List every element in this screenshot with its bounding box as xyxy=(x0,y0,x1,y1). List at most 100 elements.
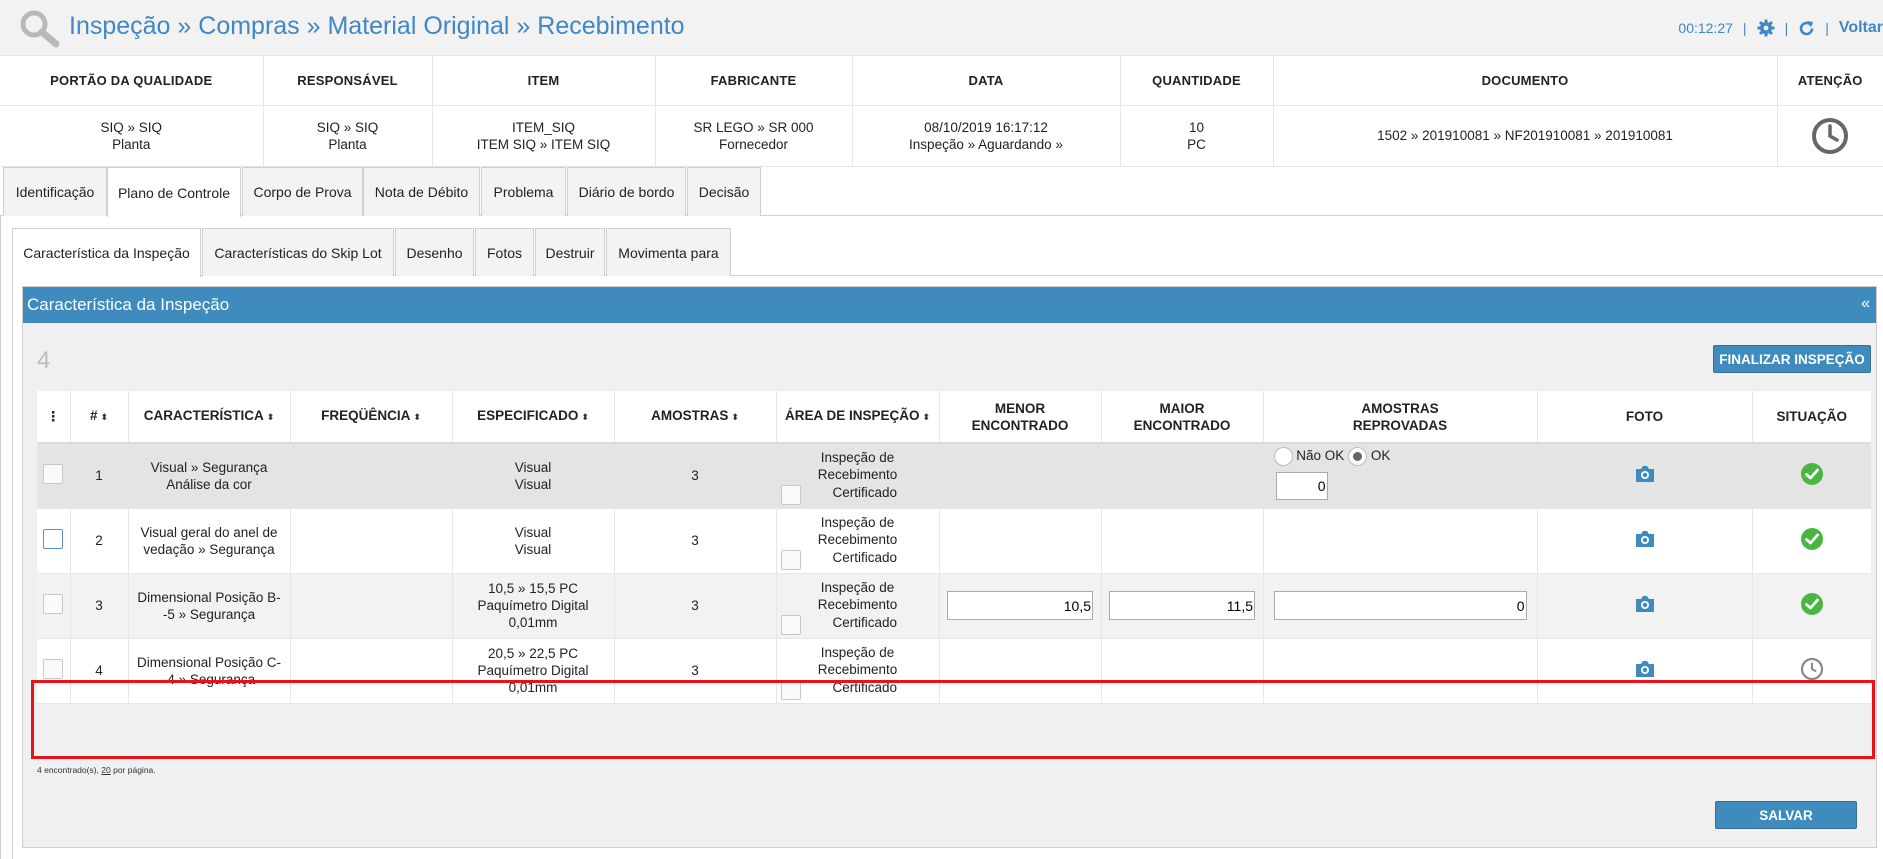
row-frequencia xyxy=(290,508,453,574)
row-reprovadas xyxy=(1263,508,1538,574)
quantidade-value: 10 PC xyxy=(1120,105,1274,167)
col-quantidade: QUANTIDADE xyxy=(1120,56,1274,106)
finalize-inspection-button[interactable]: FINALIZAR INSPEÇÃO xyxy=(1713,345,1871,373)
reprovadas-input[interactable] xyxy=(1275,472,1328,501)
separator: | xyxy=(1784,20,1789,36)
row-num: 2 xyxy=(70,508,129,574)
subtab-destruir[interactable]: Destruir xyxy=(535,228,605,276)
camera-icon[interactable] xyxy=(1634,465,1656,483)
separator: | xyxy=(1825,20,1829,36)
row-caracteristica: Visual » Segurança Análise da cor xyxy=(128,443,291,509)
gear-icon[interactable] xyxy=(1757,19,1775,37)
row-menor xyxy=(939,508,1102,574)
ok-radio[interactable] xyxy=(1348,447,1368,467)
row-caracteristica: Dimensional Posição C- -4 » Segurança xyxy=(128,638,291,704)
row-foto xyxy=(1537,443,1753,509)
row-maior xyxy=(1101,573,1264,639)
sort-icon: ⬍ xyxy=(731,412,739,422)
certificado-checkbox[interactable] xyxy=(780,549,801,570)
check-circle-icon xyxy=(1800,462,1823,485)
nao-ok-radio[interactable] xyxy=(1273,447,1293,467)
inspection-info-table: PORTÃO DA QUALIDADE RESPONSÁVEL ITEM FAB… xyxy=(0,56,1883,167)
certificado-checkbox[interactable] xyxy=(780,614,801,635)
row-checkbox[interactable] xyxy=(43,528,64,549)
nao-ok-label: Não OK xyxy=(1296,448,1345,464)
ok-label: OK xyxy=(1370,448,1391,464)
row-area: Inspeção de Recebimento Certificado xyxy=(776,638,940,704)
header-num[interactable]: # ⬍ xyxy=(70,391,129,444)
subtab-skip-lot[interactable]: Características do Skip Lot xyxy=(202,228,394,276)
data-value: 08/10/2019 16:17:12 Inspeção » Aguardando… xyxy=(852,105,1121,167)
tab-plano-de-controle[interactable]: Plano de Controle xyxy=(107,167,241,217)
tab-identificacao[interactable]: Identificação xyxy=(3,167,107,216)
row-num: 3 xyxy=(70,573,129,639)
camera-icon[interactable] xyxy=(1634,595,1656,613)
inspection-characteristics-panel: Característica da Inspeção « 4 FINALIZAR… xyxy=(22,286,1877,848)
row-situacao xyxy=(1752,638,1871,704)
row-especificado: Visual Visual xyxy=(452,443,615,509)
sort-icon: ⬍ xyxy=(100,412,109,422)
characteristics-table: ⋮ # ⬍ CARACTERÍSTICA ⬍ FREQÜÊNCIA ⬍ ESPECIF… xyxy=(37,391,1871,704)
reprovadas-input[interactable] xyxy=(1273,591,1527,620)
page-title: Inspeção » Compras » Material Original »… xyxy=(69,12,685,40)
record-count: 4 xyxy=(37,347,51,374)
portao-value: SIQ » SIQ Planta xyxy=(0,105,264,167)
main-tabs: Identificação Plano de Controle Corpo de… xyxy=(0,167,1883,217)
maior-encontrado-input[interactable] xyxy=(1109,591,1255,620)
refresh-icon[interactable] xyxy=(1798,20,1815,37)
row-amostras: 3 xyxy=(614,508,777,574)
subtab-movimenta-para[interactable]: Movimenta para xyxy=(606,228,731,276)
header-frequencia[interactable]: FREQÜÊNCIA ⬍ xyxy=(290,391,453,444)
back-link[interactable]: Voltar xyxy=(1839,19,1883,37)
atencao-value xyxy=(1777,105,1883,167)
subtab-caracteristica-da-inspecao[interactable]: Característica da Inspeção xyxy=(12,228,201,277)
row-foto xyxy=(1537,638,1753,704)
column-menu-icon[interactable]: ⋮ xyxy=(37,391,71,444)
row-situacao xyxy=(1752,508,1871,574)
tab-corpo-de-prova[interactable]: Corpo de Prova xyxy=(242,167,363,216)
header-reprovadas: AMOSTRAS REPROVADAS xyxy=(1263,391,1538,444)
tab-diario-de-bordo[interactable]: Diário de bordo xyxy=(567,167,686,216)
subtab-desenho[interactable]: Desenho xyxy=(395,228,474,276)
col-fabricante: FABRICANTE xyxy=(655,56,853,106)
clock-icon xyxy=(1800,657,1823,680)
row-area: Inspeção de Recebimento Certificado xyxy=(776,508,940,574)
certificado-checkbox[interactable] xyxy=(780,484,801,505)
camera-icon[interactable] xyxy=(1634,660,1656,678)
row-checkbox[interactable] xyxy=(43,593,64,614)
header-area[interactable]: ÁREA DE INSPEÇÃO ⬍ xyxy=(776,391,940,444)
certificado-label: Certificado xyxy=(832,484,898,500)
row-amostras: 3 xyxy=(614,443,777,509)
row-checkbox[interactable] xyxy=(43,658,64,679)
certificado-checkbox[interactable] xyxy=(780,679,801,700)
check-circle-icon xyxy=(1800,592,1823,615)
sort-icon: ⬍ xyxy=(266,412,275,422)
row-especificado: Visual Visual xyxy=(452,508,615,574)
item-value: ITEM_SIQ ITEM SIQ » ITEM SIQ xyxy=(432,105,656,167)
row-area: Inspeção de Recebimento Certificado xyxy=(776,573,940,639)
documento-value: 1502 » 201910081 » NF201910081 » 2019100… xyxy=(1273,105,1778,167)
session-timer: 00:12:27 xyxy=(1678,20,1733,36)
row-checkbox[interactable] xyxy=(43,463,64,484)
row-maior xyxy=(1101,638,1264,704)
header-amostras[interactable]: AMOSTRAS ⬍ xyxy=(614,391,777,444)
row-menor xyxy=(939,443,1102,509)
camera-icon[interactable] xyxy=(1634,530,1656,548)
col-documento: DOCUMENTO xyxy=(1273,56,1778,106)
header-especificado[interactable]: ESPECIFICADO ⬍ xyxy=(452,391,615,444)
tab-nota-de-debito[interactable]: Nota de Débito xyxy=(363,167,480,216)
row-num: 1 xyxy=(70,443,129,509)
row-frequencia xyxy=(290,638,453,704)
page-size-link[interactable]: 20 xyxy=(101,765,110,775)
subtab-fotos[interactable]: Fotos xyxy=(475,228,534,276)
collapse-icon[interactable]: « xyxy=(1861,295,1870,313)
sort-icon: ⬍ xyxy=(581,412,589,422)
save-button[interactable]: SALVAR xyxy=(1715,801,1857,829)
row-foto xyxy=(1537,573,1753,639)
tab-decisao[interactable]: Decisão xyxy=(687,167,761,216)
tab-problema[interactable]: Problema xyxy=(481,167,566,216)
row-maior xyxy=(1101,443,1264,509)
menor-encontrado-input[interactable] xyxy=(947,591,1093,620)
header-caracteristica[interactable]: CARACTERÍSTICA ⬍ xyxy=(128,391,291,444)
row-situacao xyxy=(1752,443,1871,509)
